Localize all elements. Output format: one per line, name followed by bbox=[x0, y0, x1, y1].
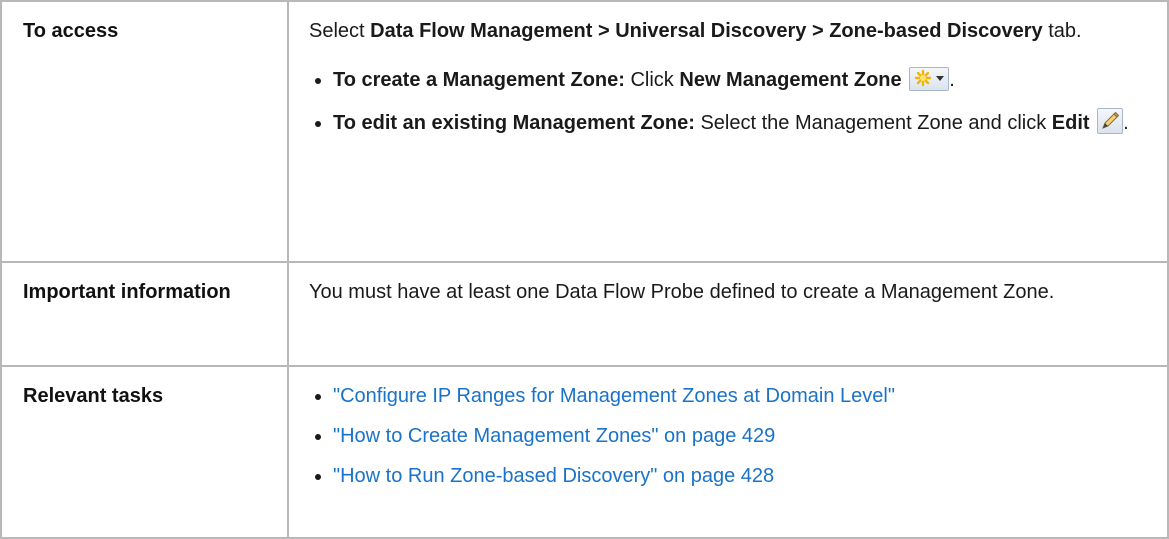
info-table: To access Select Data Flow Management > … bbox=[0, 0, 1169, 539]
important-row: Important information You must have at l… bbox=[0, 261, 1169, 367]
tasks-row: Relevant tasks "Configure IP Ranges for … bbox=[0, 365, 1169, 539]
list-item: "How to Create Management Zones" on page… bbox=[309, 421, 1147, 452]
important-label: Important information bbox=[0, 261, 289, 367]
list-item-create: To create a Management Zone: Click New M… bbox=[309, 65, 1147, 96]
important-text: You must have at least one Data Flow Pro… bbox=[287, 261, 1169, 367]
list-item: "How to Run Zone-based Discovery" on pag… bbox=[309, 461, 1147, 492]
access-row: To access Select Data Flow Management > … bbox=[0, 0, 1169, 263]
task-link-create-zones[interactable]: "How to Create Management Zones" on page… bbox=[333, 425, 775, 447]
task-link-run-discovery[interactable]: "How to Run Zone-based Discovery" on pag… bbox=[333, 465, 774, 487]
tasks-content: "Configure IP Ranges for Management Zone… bbox=[287, 365, 1169, 539]
list-item: "Configure IP Ranges for Management Zone… bbox=[309, 381, 1147, 412]
access-list: To create a Management Zone: Click New M… bbox=[309, 65, 1147, 139]
access-content: Select Data Flow Management > Universal … bbox=[287, 0, 1169, 263]
new-star-dropdown-icon bbox=[909, 67, 950, 91]
tasks-list: "Configure IP Ranges for Management Zone… bbox=[309, 381, 1147, 492]
task-link-configure-ip-ranges[interactable]: "Configure IP Ranges for Management Zone… bbox=[333, 385, 895, 407]
tasks-label: Relevant tasks bbox=[0, 365, 289, 539]
access-intro: Select Data Flow Management > Universal … bbox=[309, 20, 1082, 42]
pencil-edit-icon bbox=[1097, 108, 1124, 134]
access-label: To access bbox=[0, 0, 289, 263]
list-item-edit: To edit an existing Management Zone: Sel… bbox=[309, 108, 1147, 139]
menu-path: Data Flow Management > Universal Discove… bbox=[370, 20, 1043, 42]
